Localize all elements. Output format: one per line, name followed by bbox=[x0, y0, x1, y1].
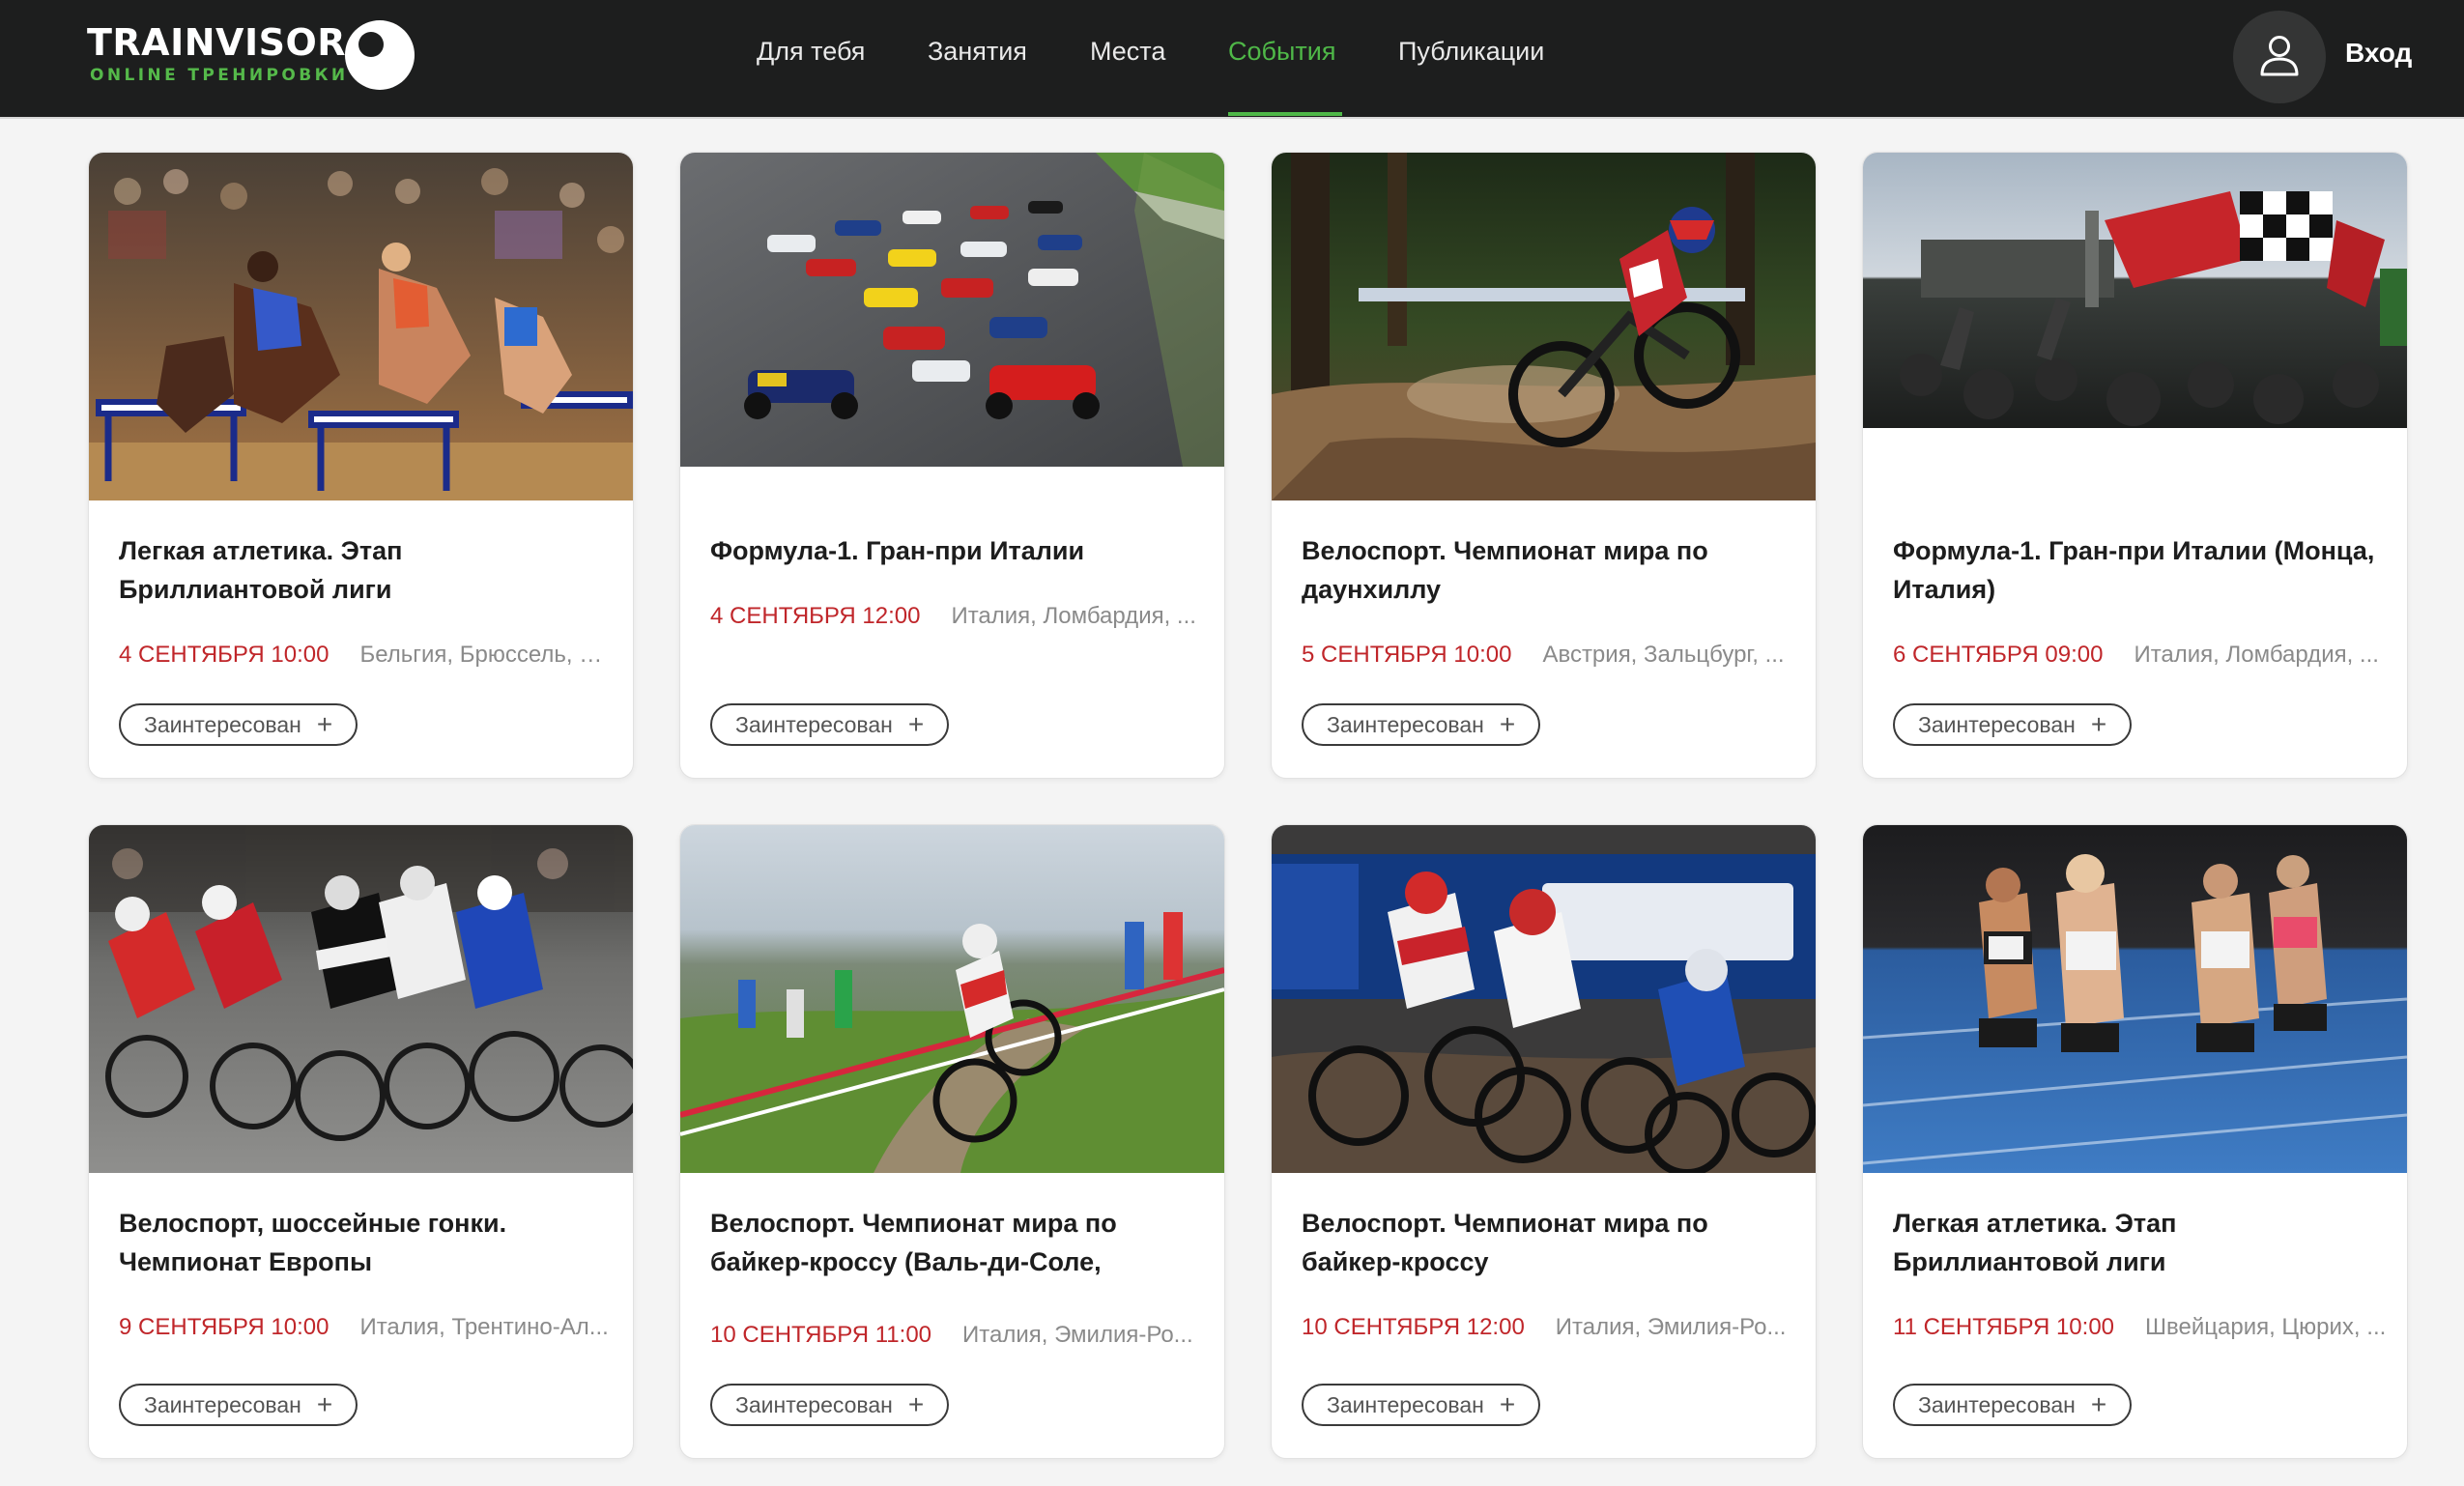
plus-icon: + bbox=[907, 709, 925, 739]
event-meta: 5 сентября 10:00 Австрия, Зальцбург, ... bbox=[1302, 642, 1794, 674]
event-title[interactable]: Велоспорт. Чемпионат мира по байкер-крос… bbox=[1302, 1204, 1794, 1281]
event-title[interactable]: Формула-1. Гран-при Италии (Монца, Итали… bbox=[1893, 531, 2386, 609]
women-runners-track-photo bbox=[1863, 825, 2407, 1173]
event-location: Италия, Эмилия-Ро... bbox=[962, 1322, 1193, 1348]
event-image[interactable] bbox=[1272, 153, 1816, 500]
event-image[interactable] bbox=[1863, 825, 2407, 1173]
event-card[interactable]: Формула-1. Гран-при Италии 4 сентября 12… bbox=[679, 152, 1225, 779]
event-location: Италия, Трентино-Ал... bbox=[359, 1314, 609, 1340]
event-title[interactable]: Легкая атлетика. Этап Бриллиантовой лиги bbox=[1893, 1204, 2386, 1281]
plus-icon: + bbox=[1499, 709, 1516, 739]
event-image[interactable] bbox=[1272, 825, 1816, 1173]
interested-label: Заинтересован bbox=[1918, 1392, 2076, 1417]
user-icon bbox=[2260, 36, 2299, 76]
event-card[interactable]: Легкая атлетика. Этап Бриллиантовой лиги… bbox=[88, 152, 634, 779]
interested-label: Заинтересован bbox=[144, 1392, 301, 1417]
event-card[interactable]: Велоспорт. Чемпионат мира по байкер-крос… bbox=[1271, 824, 1817, 1459]
interested-label: Заинтересован bbox=[735, 1392, 893, 1417]
event-date: 6 сентября 09:00 bbox=[1893, 642, 2104, 668]
event-date: 5 сентября 10:00 bbox=[1302, 642, 1512, 668]
plus-icon: + bbox=[316, 709, 333, 739]
event-meta: 4 сентября 10:00 Бельгия, Брюссель, R... bbox=[119, 642, 612, 674]
plus-icon: + bbox=[2090, 1389, 2107, 1419]
plus-icon: + bbox=[907, 1389, 925, 1419]
event-title[interactable]: Формула-1. Гран-при Италии bbox=[710, 531, 1203, 570]
event-meta: 10 сентября 12:00 Италия, Эмилия-Ро... bbox=[1302, 1314, 1794, 1347]
plus-icon: + bbox=[316, 1389, 333, 1419]
event-card[interactable]: Легкая атлетика. Этап Бриллиантовой лиги… bbox=[1862, 824, 2408, 1459]
top-navigation-bar: TRAINVISOR ONLINE ТРЕНИРОВКИ Для тебя За… bbox=[0, 0, 2464, 119]
event-location: Швейцария, Цюрих, ... bbox=[2145, 1314, 2387, 1340]
nav-item-publications[interactable]: Публикации bbox=[1398, 37, 1544, 75]
event-image[interactable] bbox=[89, 153, 633, 500]
event-title[interactable]: Велоспорт. Чемпионат мира по байкер-крос… bbox=[710, 1204, 1203, 1281]
event-image[interactable] bbox=[1863, 153, 2407, 428]
interested-label: Заинтересован bbox=[144, 712, 301, 737]
event-title[interactable]: Велоспорт. Чемпионат мира по даунхиллу bbox=[1302, 531, 1794, 609]
downhill-rider-photo bbox=[1272, 153, 1816, 500]
event-location: Италия, Эмилия-Ро... bbox=[1555, 1314, 1787, 1340]
nav-item-for-you[interactable]: Для тебя bbox=[757, 37, 865, 75]
event-meta: 11 сентября 10:00 Швейцария, Цюрих, ... bbox=[1893, 1314, 2386, 1347]
interested-label: Заинтересован bbox=[1327, 1392, 1484, 1417]
interested-button[interactable]: Заинтересован + bbox=[710, 1384, 950, 1426]
event-card[interactable]: Велоспорт. Чемпионат мира по байкер-крос… bbox=[679, 824, 1225, 1459]
login-avatar-button[interactable] bbox=[2233, 11, 2326, 103]
interested-button[interactable]: Заинтересован + bbox=[119, 1384, 358, 1426]
event-image[interactable] bbox=[680, 825, 1224, 1173]
event-date: 4 сентября 12:00 bbox=[710, 603, 921, 629]
event-card[interactable]: Велоспорт, шоссейные гонки. Чемпионат Ев… bbox=[88, 824, 634, 1459]
monza-fans-flags-photo bbox=[1863, 153, 2407, 428]
road-cycling-peloton-photo bbox=[89, 825, 633, 1173]
event-date: 10 сентября 12:00 bbox=[1302, 1314, 1525, 1340]
event-meta: 4 сентября 12:00 Италия, Ломбардия, ... bbox=[710, 603, 1203, 636]
event-meta: 6 сентября 09:00 Италия, Ломбардия, ... bbox=[1893, 642, 2386, 674]
four-cross-riders-photo bbox=[1272, 825, 1816, 1173]
event-location: Австрия, Зальцбург, ... bbox=[1542, 642, 1785, 668]
interested-button[interactable]: Заинтересован + bbox=[1893, 703, 2133, 746]
event-date: 11 сентября 10:00 bbox=[1893, 1314, 2115, 1340]
event-location: Италия, Ломбардия, ... bbox=[951, 603, 1196, 629]
nav-item-events[interactable]: События bbox=[1228, 37, 1335, 75]
nav-item-classes[interactable]: Занятия bbox=[928, 37, 1027, 75]
event-image[interactable] bbox=[89, 825, 633, 1173]
event-date: 4 сентября 10:00 bbox=[119, 642, 329, 668]
xc-mountain-bike-photo bbox=[680, 825, 1224, 1173]
interested-button[interactable]: Заинтересован + bbox=[119, 703, 358, 746]
interested-label: Заинтересован bbox=[1918, 712, 2076, 737]
event-card[interactable]: Формула-1. Гран-при Италии (Монца, Итали… bbox=[1862, 152, 2408, 779]
plus-icon: + bbox=[1499, 1389, 1516, 1419]
eye-logo-icon bbox=[345, 20, 415, 90]
hurdles-race-photo bbox=[89, 153, 633, 500]
login-link[interactable]: Вход bbox=[2345, 38, 2412, 69]
event-date: 10 сентября 11:00 bbox=[710, 1322, 932, 1348]
interested-button[interactable]: Заинтересован + bbox=[710, 703, 950, 746]
brand-tagline: ONLINE ТРЕНИРОВКИ bbox=[90, 66, 349, 85]
plus-icon: + bbox=[2090, 709, 2107, 739]
interested-button[interactable]: Заинтересован + bbox=[1893, 1384, 2133, 1426]
formula1-race-start-photo bbox=[680, 153, 1224, 467]
interested-label: Заинтересован bbox=[735, 712, 893, 737]
event-title[interactable]: Легкая атлетика. Этап Бриллиантовой лиги bbox=[119, 531, 612, 609]
event-date: 9 сентября 10:00 bbox=[119, 1314, 329, 1340]
nav-active-indicator bbox=[1228, 112, 1342, 116]
event-meta: 10 сентября 11:00 Италия, Эмилия-Ро... bbox=[710, 1322, 1203, 1355]
interested-label: Заинтересован bbox=[1327, 712, 1484, 737]
event-title[interactable]: Велоспорт, шоссейные гонки. Чемпионат Ев… bbox=[119, 1204, 612, 1281]
event-image[interactable] bbox=[680, 153, 1224, 467]
nav-item-places[interactable]: Места bbox=[1090, 37, 1165, 75]
event-location: Италия, Ломбардия, ... bbox=[2134, 642, 2379, 668]
brand-name: TRAINVISOR bbox=[87, 21, 347, 64]
event-location: Бельгия, Брюссель, R... bbox=[359, 642, 612, 668]
event-meta: 9 сентября 10:00 Италия, Трентино-Ал... bbox=[119, 1314, 612, 1347]
event-card[interactable]: Велоспорт. Чемпионат мира по даунхиллу 5… bbox=[1271, 152, 1817, 779]
interested-button[interactable]: Заинтересован + bbox=[1302, 703, 1541, 746]
interested-button[interactable]: Заинтересован + bbox=[1302, 1384, 1541, 1426]
